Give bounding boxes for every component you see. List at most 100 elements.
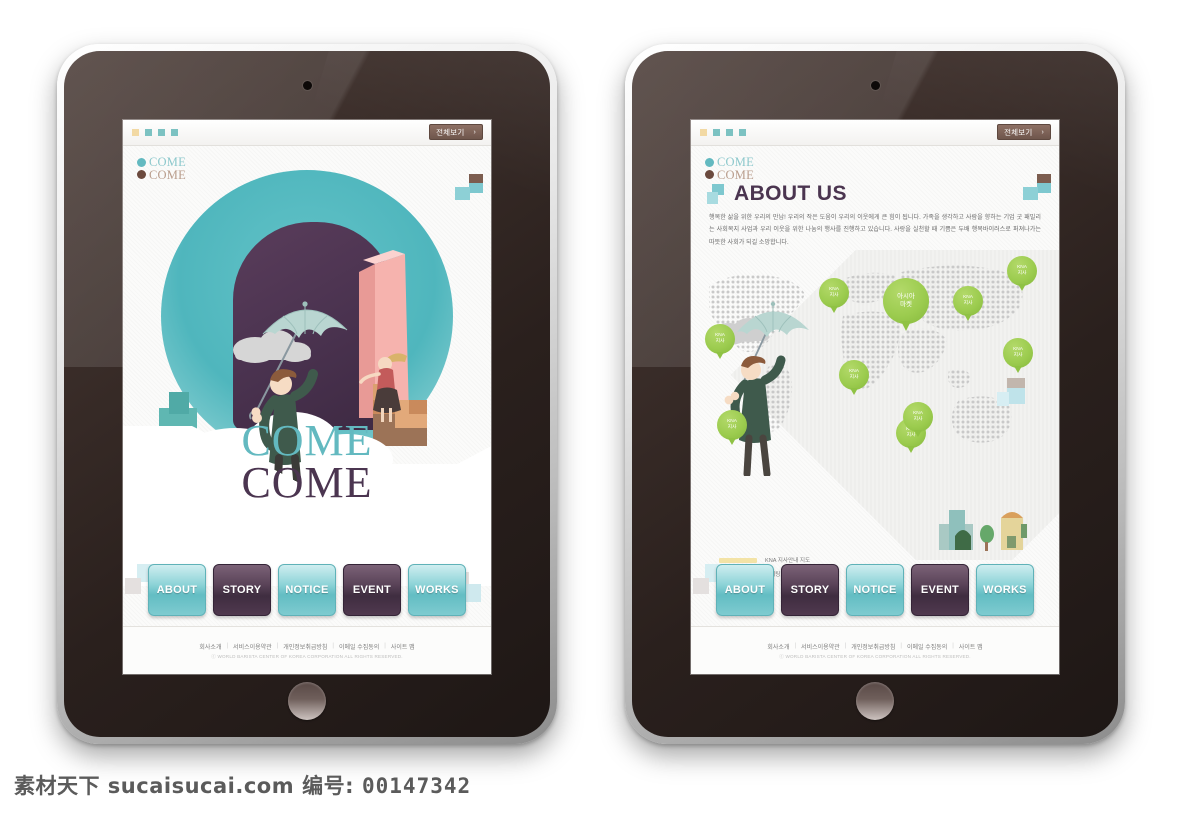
topbar-square-4 (171, 129, 178, 136)
footer-sep-3: | (332, 643, 334, 649)
site-logo[interactable]: COME COME (137, 156, 186, 181)
logo-line-1: COME (137, 156, 186, 169)
chevron-right-icon-2: › (1041, 128, 1044, 136)
footer-link-terms[interactable]: 서비스이용약관 (233, 642, 272, 651)
map-pin-kna-9[interactable]: KNA 지사 (903, 402, 933, 437)
footer-link-terms-2[interactable]: 서비스이용약관 (801, 642, 840, 651)
topbar-square-group-2 (700, 129, 746, 136)
footer: 회사소개 | 서비스이용약관 | 개인정보취급방침 | 이메일 수집동의 | 사… (123, 626, 491, 674)
map-deco-block-3 (997, 392, 1009, 406)
map-pin-kna-5[interactable]: KNA 지사 (1003, 338, 1033, 373)
chevron-right-icon: › (473, 128, 476, 136)
watermark-label: 编号: (302, 774, 354, 798)
view-all-label: 전체보기 (436, 127, 465, 137)
footer-link-privacy-2[interactable]: 개인정보취급방침 (851, 642, 895, 651)
logo-dot-brown-icon-2 (705, 170, 714, 180)
map-deco-block-1 (1007, 378, 1025, 388)
footer-sep-2b: | (844, 643, 847, 649)
watermark: 素材天下 sucaisucai.com 编号: 00147342 (14, 770, 471, 800)
logo-text-1: COME (149, 155, 186, 169)
map-pin-label-9b: 지사 (727, 425, 737, 430)
map-pin-label-10b: 지사 (913, 417, 923, 422)
topbar-square-group (132, 129, 178, 136)
screenshot-stage: 전체보기 › COME COME COME COME ABOUT STORY N… (0, 0, 1200, 816)
nav-button-works[interactable]: WORKS (408, 564, 466, 616)
map-pin-label-4b: 지사 (963, 301, 973, 306)
footer-sep-4b: | (952, 643, 954, 649)
home-button[interactable] (288, 682, 326, 720)
logo-line-2: COME (137, 167, 186, 182)
map-pin-kna-6[interactable]: KNA 지사 (839, 360, 869, 395)
topbar-square-1b (700, 129, 707, 136)
watermark-site: 素材天下 sucaisucai.com (14, 774, 295, 798)
view-all-button-2[interactable]: 전체보기 › (997, 124, 1051, 140)
deco-block-teal-2b (1023, 187, 1038, 200)
hero-illustration (123, 146, 491, 586)
nav-button-about[interactable]: ABOUT (148, 564, 206, 616)
nav-button-about-2[interactable]: ABOUT (716, 564, 774, 616)
nav-button-notice[interactable]: NOTICE (278, 564, 336, 616)
logo-line-2b: COME (705, 168, 754, 182)
legend-swatch-1 (719, 557, 757, 563)
nav-button-story[interactable]: STORY (213, 564, 271, 616)
nav-button-notice-2[interactable]: NOTICE (846, 564, 904, 616)
map-deco-block-2 (1007, 388, 1025, 404)
map-pin-asia-market[interactable]: 아시아 마켓 (883, 278, 929, 331)
hero-title: COME COME (123, 418, 491, 508)
view-all-button[interactable]: 전체보기 › (429, 124, 483, 140)
topbar-square-2b (713, 129, 720, 136)
topbar-square-2 (145, 129, 152, 136)
map-person-svg (709, 301, 809, 476)
nav-button-story-2[interactable]: STORY (781, 564, 839, 616)
main-nav-2: ABOUT STORY NOTICE EVENT WORKS (691, 564, 1059, 616)
screen-home: 전체보기 › COME COME COME COME ABOUT STORY N… (123, 120, 491, 674)
map-pin-kna-3[interactable]: KNA 지사 (953, 286, 983, 321)
footer-links-2: 회사소개 | 서비스이용약관 | 개인정보취급방침 | 이메일 수집동의 | 사… (767, 642, 982, 651)
tablet-device-right: 전체보기 › COME COME ABOUT US 행복한 삶을 위한 우리의 … (625, 44, 1125, 744)
map-pin-kna-1[interactable]: KNA 지사 (819, 278, 849, 313)
map-pin-label-6b: 지사 (1013, 353, 1023, 358)
footer-copyright-2: ⓒ WORLD BARISTA CENTER OF KOREA CORPORAT… (779, 653, 971, 659)
logo-dot-teal-icon (137, 157, 146, 167)
nav-button-event-2[interactable]: EVENT (911, 564, 969, 616)
nav-button-works-2[interactable]: WORKS (976, 564, 1034, 616)
footer-link-company-2[interactable]: 회사소개 (767, 642, 789, 651)
footer-link-company[interactable]: 회사소개 (199, 642, 221, 651)
footer-link-sitemap[interactable]: 사이트 맵 (391, 642, 415, 651)
hero-title-line-2: COME (241, 458, 373, 508)
legend-row-1: KNA 지사안내 지도 (719, 556, 810, 564)
deco-blocks-top-right (453, 174, 487, 204)
map-pin-kna-8[interactable]: KNA 지사 (717, 410, 747, 445)
map-pin-label-2b: 지사 (715, 339, 725, 344)
map-pin-kna-4[interactable]: KNA 지사 (1007, 256, 1037, 291)
map-pin-label-5b: 지사 (1017, 271, 1027, 276)
about-deco-icon (707, 184, 727, 204)
topbar-2: 전체보기 › (691, 120, 1059, 146)
nav-button-event[interactable]: EVENT (343, 564, 401, 616)
map-pin-label-3b: 마켓 (900, 301, 912, 308)
deco-block-teal-1 (469, 183, 483, 193)
map-pin-kna-2[interactable]: KNA 지사 (705, 324, 735, 359)
deco-block-teal-1b (1037, 183, 1051, 193)
topbar-square-4b (739, 129, 746, 136)
front-camera-icon (302, 81, 312, 90)
world-map: KNA 지사 KNA 지사 아시아 마켓 KNA 지사 KNA 지사 KNA 지… (691, 250, 1059, 560)
home-button-2[interactable] (856, 682, 894, 720)
logo-text-2: COME (149, 167, 186, 182)
view-all-label-2: 전체보기 (1004, 127, 1033, 137)
footer-sep-2: | (276, 643, 279, 649)
front-camera-icon-2 (870, 81, 880, 90)
map-deco-blocks (997, 378, 1031, 412)
deco-block-brown-2 (1037, 174, 1051, 183)
footer-links: 회사소개 | 서비스이용약관 | 개인정보취급방침 | 이메일 수집동의 | 사… (199, 642, 414, 651)
main-nav: ABOUT STORY NOTICE EVENT WORKS (123, 564, 491, 616)
site-logo-2[interactable]: COME COME (705, 156, 754, 181)
legend-label-1: KNA 지사안내 지도 (765, 558, 811, 564)
footer-link-privacy[interactable]: 개인정보취급방침 (283, 642, 327, 651)
footer-sep-3b: | (900, 643, 902, 649)
about-paragraph: 행복한 삶을 위한 우리의 만남! 우리의 작은 도움이 우리의 이웃에게 큰 … (709, 214, 1041, 246)
footer-link-sitemap-2[interactable]: 사이트 맵 (959, 642, 983, 651)
footer-link-email[interactable]: 이메일 수집동의 (339, 642, 379, 651)
deco-blocks-top-right-2 (1021, 174, 1055, 204)
footer-link-email-2[interactable]: 이메일 수집동의 (907, 642, 947, 651)
